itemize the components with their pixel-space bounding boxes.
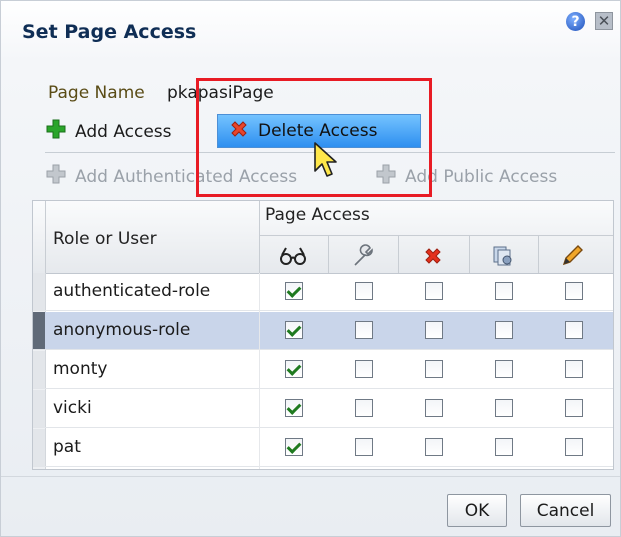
page-access-table: Role or User Page Access authenticated-r… bbox=[32, 200, 614, 470]
permission-checkbox[interactable] bbox=[495, 282, 513, 300]
mouse-cursor-icon bbox=[312, 141, 342, 186]
permission-checkbox[interactable] bbox=[285, 399, 303, 417]
permission-checkbox[interactable] bbox=[425, 321, 443, 339]
dialog-title: Set Page Access bbox=[22, 21, 197, 43]
permission-checkbox[interactable] bbox=[565, 282, 583, 300]
plus-icon bbox=[45, 118, 67, 145]
role-or-user-name: anonymous-role bbox=[53, 320, 191, 340]
table-row[interactable]: anonymous-role bbox=[33, 312, 613, 350]
permission-checkbox[interactable] bbox=[495, 438, 513, 456]
cancel-button[interactable]: Cancel bbox=[520, 494, 611, 527]
role-or-user-name: authenticated-role bbox=[53, 281, 211, 301]
personalize-icon[interactable] bbox=[473, 242, 533, 270]
permission-checkbox[interactable] bbox=[425, 399, 443, 417]
table-row[interactable]: pat bbox=[33, 429, 613, 467]
header-divider bbox=[398, 235, 399, 273]
customize-icon[interactable] bbox=[333, 242, 393, 270]
header-divider bbox=[259, 235, 613, 236]
role-or-user-name: vicki bbox=[53, 398, 92, 418]
row-selector[interactable] bbox=[33, 429, 45, 466]
row-selector[interactable] bbox=[33, 312, 45, 349]
permission-checkbox[interactable] bbox=[425, 360, 443, 378]
permission-checkbox[interactable] bbox=[495, 399, 513, 417]
add-access-label: Add Access bbox=[75, 121, 172, 142]
page-name-label: Page Name bbox=[48, 83, 145, 103]
delete-icon[interactable] bbox=[403, 242, 463, 270]
permission-checkbox[interactable] bbox=[355, 438, 373, 456]
permission-checkbox[interactable] bbox=[285, 282, 303, 300]
table-header: Role or User Page Access bbox=[33, 201, 613, 274]
permission-checkbox[interactable] bbox=[495, 360, 513, 378]
table-row[interactable]: vicki bbox=[33, 390, 613, 428]
permission-checkbox[interactable] bbox=[495, 321, 513, 339]
footer-separator bbox=[1, 476, 620, 477]
table-row[interactable]: authenticated-role bbox=[33, 273, 613, 311]
role-or-user-name: monty bbox=[53, 359, 108, 379]
permission-checkbox[interactable] bbox=[565, 321, 583, 339]
permission-checkbox[interactable] bbox=[285, 360, 303, 378]
permission-checkbox[interactable] bbox=[285, 321, 303, 339]
column-divider bbox=[259, 273, 260, 469]
table-row[interactable]: monty bbox=[33, 351, 613, 389]
permission-checkbox[interactable] bbox=[355, 282, 373, 300]
row-selector[interactable] bbox=[33, 390, 45, 427]
role-or-user-header: Role or User bbox=[53, 229, 157, 249]
permission-checkbox[interactable] bbox=[285, 438, 303, 456]
set-page-access-dialog: Set Page Access ? ✕ Page Name pkapasiPag… bbox=[0, 0, 621, 537]
row-selector[interactable] bbox=[33, 351, 45, 388]
permission-checkbox[interactable] bbox=[355, 399, 373, 417]
page-access-group-header: Page Access bbox=[265, 205, 370, 225]
header-divider bbox=[328, 235, 329, 273]
edit-icon[interactable] bbox=[542, 242, 602, 270]
header-divider bbox=[538, 235, 539, 273]
role-or-user-name: pat bbox=[53, 437, 81, 457]
permission-checkbox[interactable] bbox=[565, 438, 583, 456]
ok-button[interactable]: OK bbox=[447, 494, 507, 527]
view-icon[interactable] bbox=[263, 242, 323, 270]
permission-checkbox[interactable] bbox=[425, 282, 443, 300]
permission-checkbox[interactable] bbox=[425, 438, 443, 456]
permission-checkbox[interactable] bbox=[565, 399, 583, 417]
row-selector[interactable] bbox=[33, 273, 45, 310]
header-divider bbox=[45, 201, 46, 273]
header-divider bbox=[469, 235, 470, 273]
plus-icon bbox=[45, 163, 67, 190]
close-icon[interactable]: ✕ bbox=[595, 12, 613, 30]
add-access-button[interactable]: Add Access bbox=[45, 118, 172, 145]
help-icon[interactable]: ? bbox=[566, 12, 585, 31]
permission-checkbox[interactable] bbox=[355, 360, 373, 378]
permission-checkbox[interactable] bbox=[565, 360, 583, 378]
header-divider bbox=[259, 201, 260, 273]
permission-checkbox[interactable] bbox=[355, 321, 373, 339]
